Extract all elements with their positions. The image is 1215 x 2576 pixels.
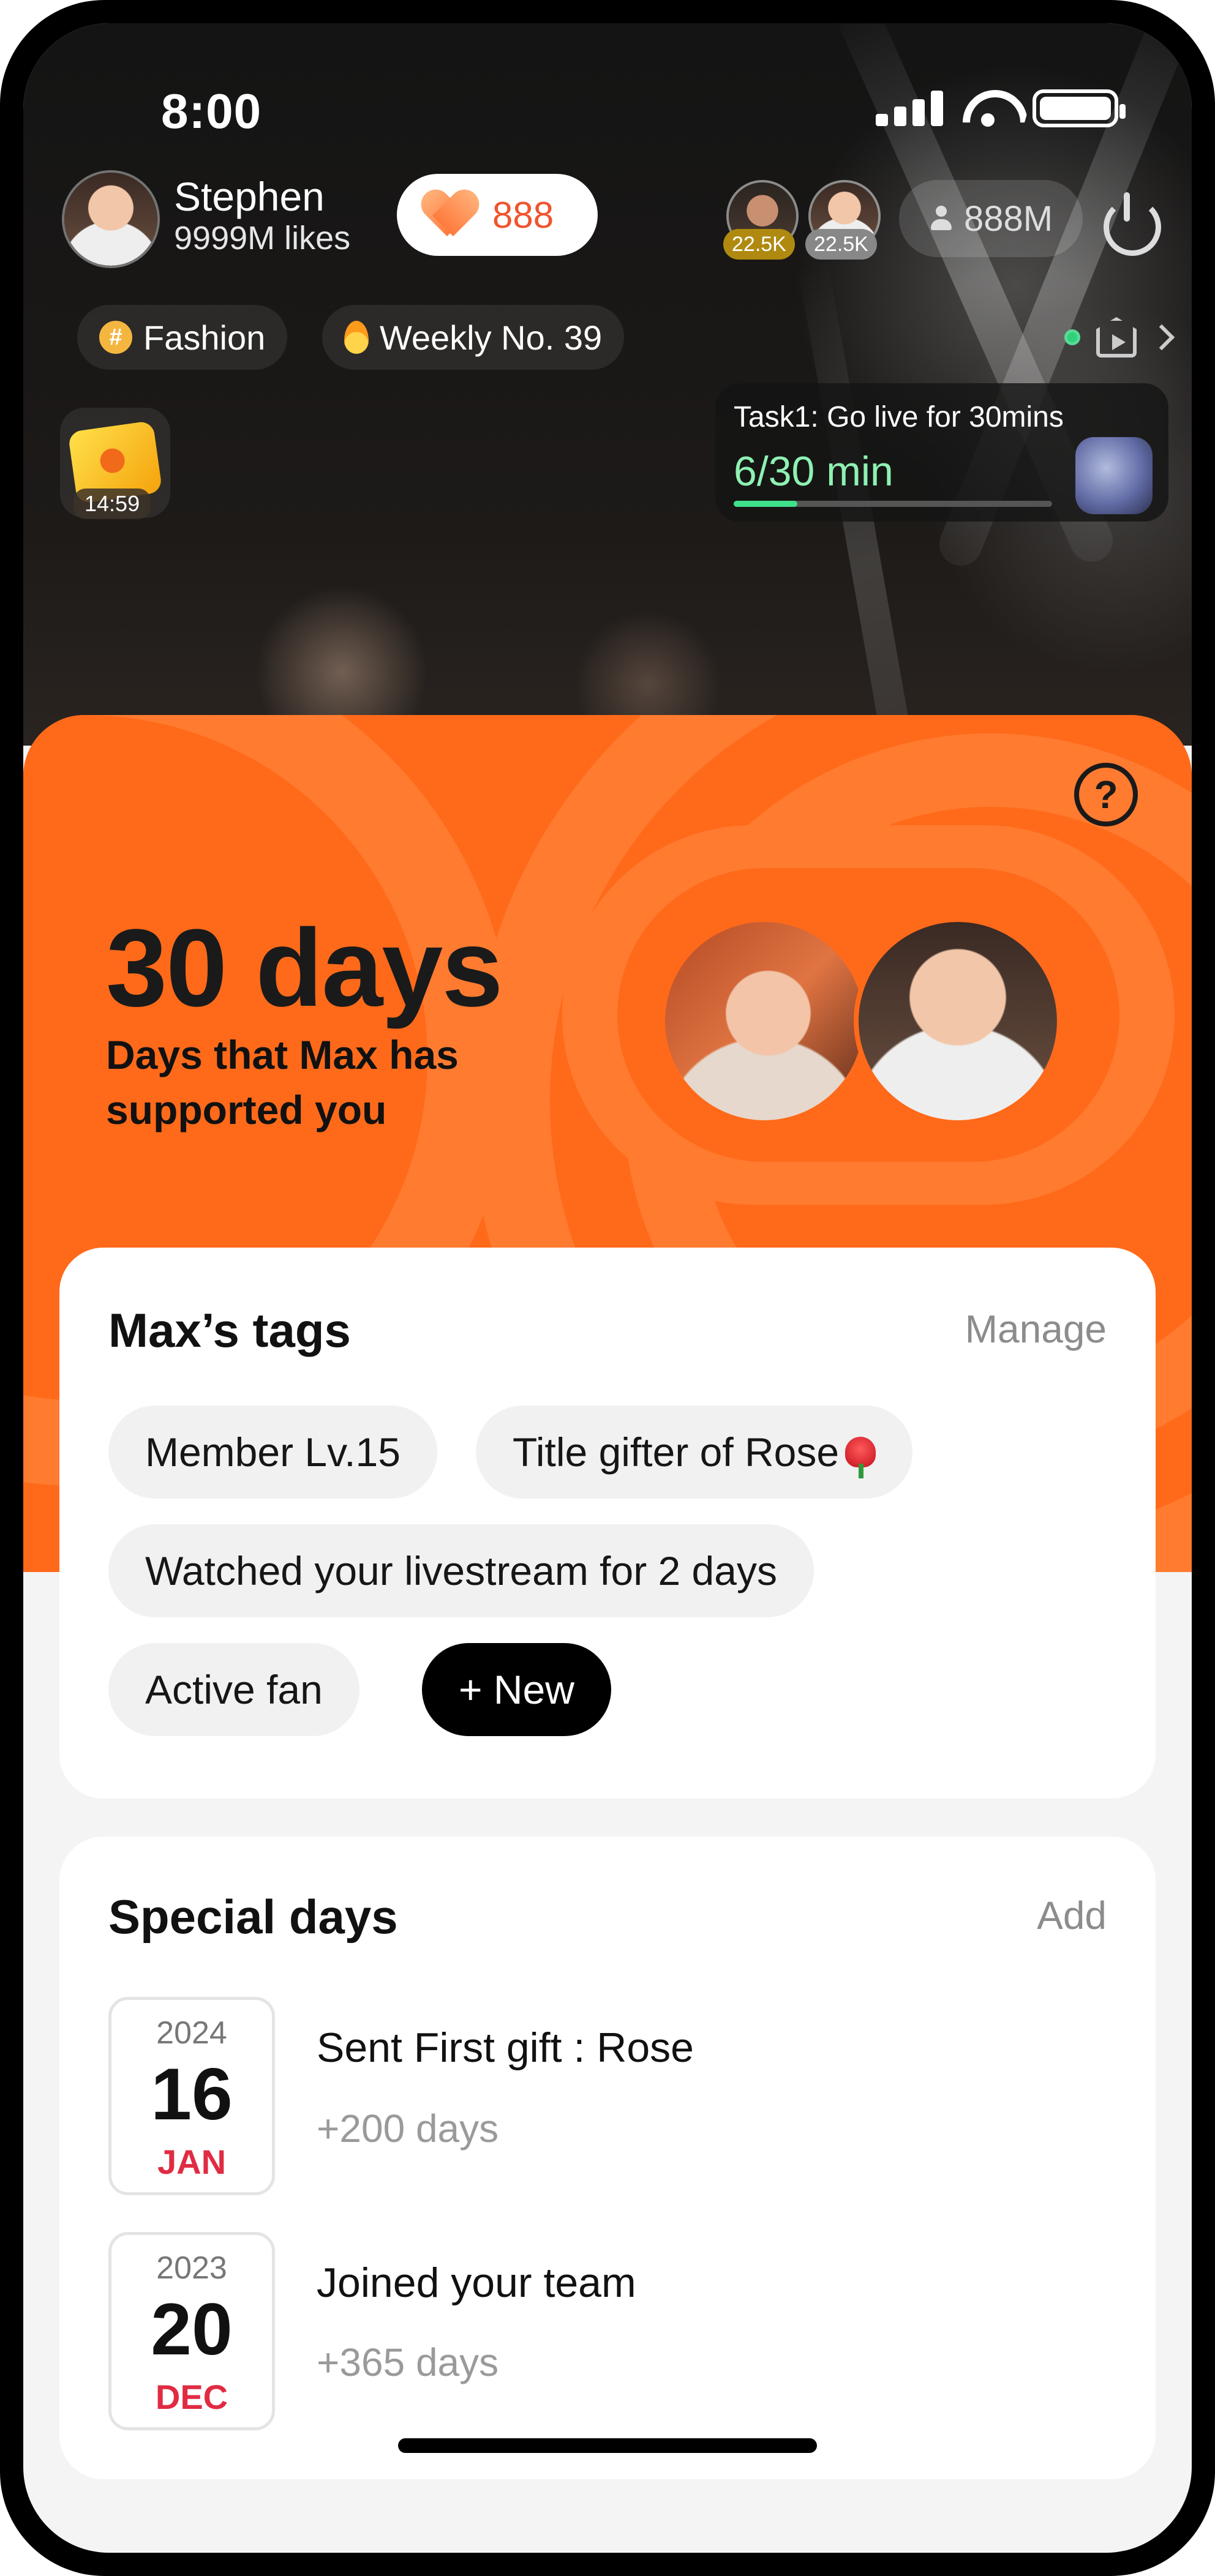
tag-label: Active fan [145,1667,323,1712]
like-count: 888 [492,194,554,236]
home-play-icon[interactable] [1096,317,1137,358]
tag-chip[interactable]: Member Lv.15 [108,1406,437,1499]
tag-chip[interactable]: Active fan [108,1643,359,1736]
task-progress-bar [734,501,1052,507]
host-avatar[interactable] [62,170,160,268]
date-badge: 2023 20 DEC [108,2232,275,2430]
special-days-title: Special days [108,1890,398,1944]
power-icon[interactable] [1096,189,1161,256]
viewer-count-pill[interactable]: 888M [899,180,1083,257]
tag-label: Member Lv.15 [145,1429,401,1475]
date-badge: 2024 16 JAN [108,1997,275,2195]
avatar-pair [660,917,1107,1125]
date-day: 20 [151,2288,233,2370]
heart-icon [424,191,476,239]
host-avatar-large [854,917,1062,1125]
support-days: 30 days [106,907,503,1030]
person-icon [930,206,953,231]
top-viewer-badge: 22.5K [723,229,795,260]
screen: 8:00 Stephen 9999M likes 888 22.5K 22.5K… [23,23,1192,2553]
chevron-right-icon[interactable] [1148,324,1175,351]
home-indicator[interactable] [398,2438,817,2453]
host-likes: 9999M likes [174,220,351,256]
tag-chip[interactable]: Title gifter of Rose [476,1406,913,1499]
event-title: Joined your team [317,2260,636,2306]
date-year: 2023 [156,2250,227,2286]
support-subtitle: Days that Max has supported you [106,1032,459,1133]
category-label: Fashion [143,318,266,357]
wifi-icon [963,90,1013,127]
fan-avatar [660,917,868,1125]
event-title: Sent First gift : Rose [317,2024,694,2071]
tags-card: Max’s tags Manage Member Lv.15 Title gif… [59,1248,1156,1799]
flame-icon [344,321,369,354]
tag-label: Title gifter of Rose [513,1429,840,1475]
special-days-card: Special days Add 2024 16 JAN Sent First … [59,1837,1156,2479]
date-day: 16 [151,2053,233,2135]
gift-timer: 14:59 [73,489,151,519]
weekly-rank-chip[interactable]: Weekly No. 39 [322,305,625,370]
task-title: Task1: Go live for 30mins [734,401,1064,433]
task-card[interactable]: Task1: Go live for 30mins 6/30 min [715,383,1168,522]
manage-link[interactable]: Manage [965,1306,1107,1352]
event-subtitle: +365 days [317,2340,499,2384]
category-chip[interactable]: # Fashion [77,305,288,370]
like-button[interactable]: 888 [397,174,598,256]
tags-card-title: Max’s tags [108,1303,351,1357]
status-time: 8:00 [161,84,262,138]
event-subtitle: +200 days [317,2106,499,2151]
new-tag-label: + New [459,1667,574,1712]
host-name: Stephen [174,174,325,219]
battery-icon [1033,89,1126,127]
viewer-count: 888M [964,198,1053,239]
date-year: 2024 [156,2015,227,2051]
status-bar: 8:00 [23,78,1192,138]
live-status-dot [1064,329,1080,345]
top-viewer-badge: 22.5K [805,229,877,260]
weekly-rank-label: Weekly No. 39 [380,318,603,357]
cellular-signal-icon [876,91,943,126]
rose-icon [845,1437,876,1478]
help-icon[interactable]: ? [1074,763,1138,826]
date-month: JAN [157,2143,227,2181]
new-tag-button[interactable]: + New [422,1643,611,1736]
hash-icon: # [99,321,132,354]
add-link[interactable]: Add [1037,1893,1107,1938]
phone-frame: 8:00 Stephen 9999M likes 888 22.5K 22.5K… [0,0,1215,2576]
gem-icon [1075,437,1153,514]
tag-chip[interactable]: Watched your livestream for 2 days [108,1524,814,1617]
date-month: DEC [155,2378,228,2416]
tag-label: Watched your livestream for 2 days [145,1548,777,1593]
